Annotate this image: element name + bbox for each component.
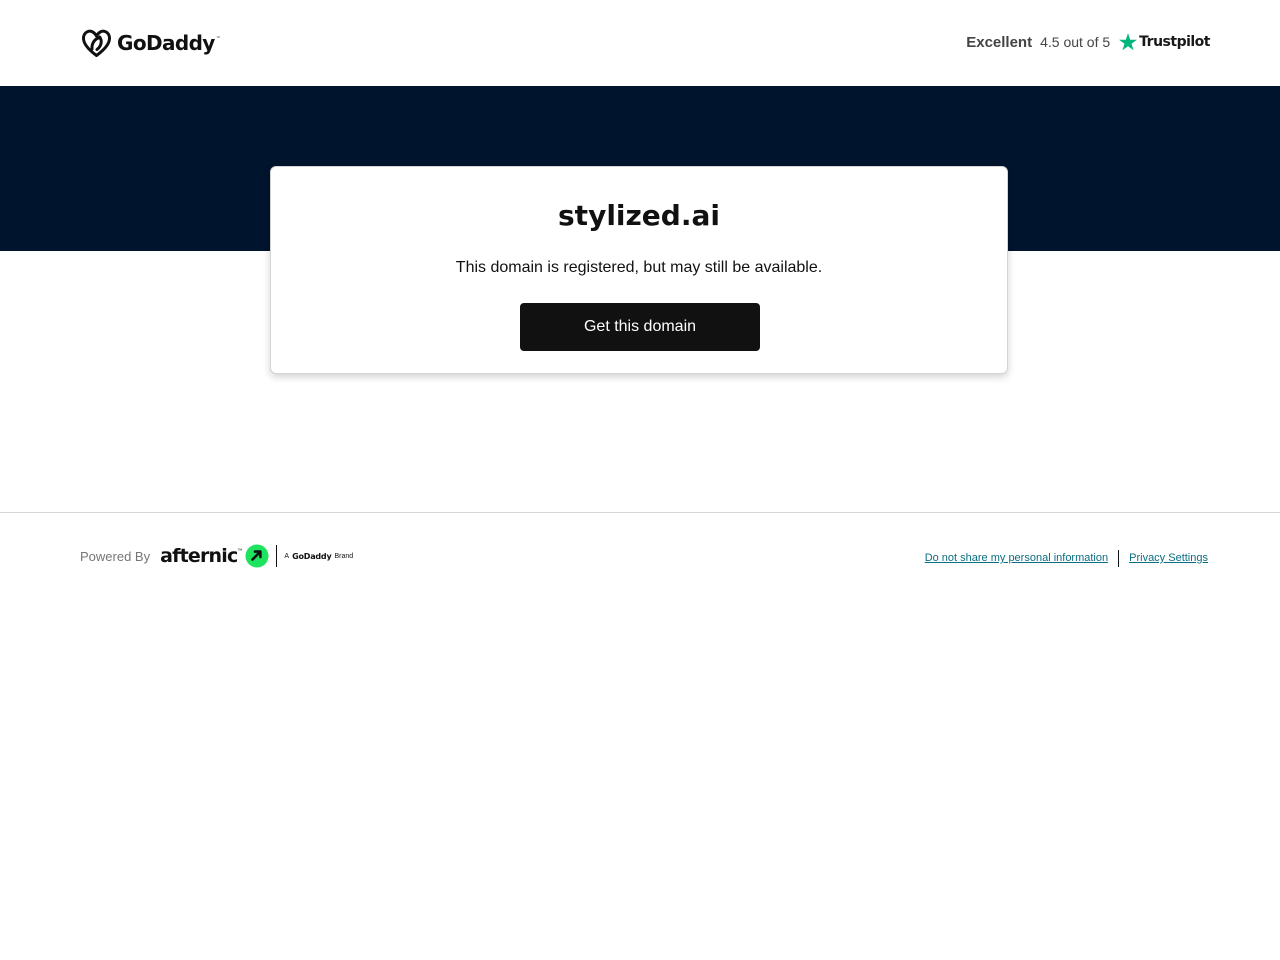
brand-separator (276, 545, 278, 567)
site-header: GoDaddy ™ Excellent 4.5 out of 5 Trustpi… (0, 0, 1280, 86)
get-domain-button[interactable]: Get this domain (520, 303, 760, 351)
logo-wordmark: GoDaddy (117, 31, 215, 55)
footer-links: Do not share my personal information Pri… (925, 549, 1208, 567)
afternic-wordmark: afternic (160, 545, 238, 567)
godaddy-heart-icon (82, 29, 111, 57)
domain-name: stylized.ai (558, 199, 720, 232)
afternic-arrows-icon (245, 544, 269, 568)
footer-link-separator (1118, 549, 1120, 567)
godaddy-logo[interactable]: GoDaddy ™ (81, 28, 221, 58)
brand-a-label: A (284, 552, 290, 560)
footer-divider (0, 512, 1280, 513)
trustpilot-rating[interactable]: Excellent 4.5 out of 5 Trustpilot (966, 30, 1210, 54)
trustpilot-star-icon (1119, 33, 1138, 51)
trustpilot-wordmark: Trustpilot (1139, 34, 1210, 50)
logo-trademark: ™ (215, 36, 221, 42)
powered-by-label: Powered By (80, 548, 151, 564)
privacy-settings-link[interactable]: Privacy Settings (1129, 552, 1208, 564)
brand-word: Brand (334, 552, 354, 560)
domain-status-text: This domain is registered, but may still… (455, 259, 823, 276)
powered-by: Powered By afternic ™ A GoDaddy Brand (80, 543, 353, 569)
brand-parent-name: GoDaddy (292, 551, 332, 561)
domain-card: stylized.ai This domain is registered, b… (270, 166, 1008, 374)
rating-word: Excellent (966, 33, 1033, 51)
rating-score: 4.5 out of 5 (1040, 34, 1111, 50)
do-not-share-link[interactable]: Do not share my personal information (925, 552, 1108, 564)
afternic-trademark: ™ (237, 548, 243, 554)
